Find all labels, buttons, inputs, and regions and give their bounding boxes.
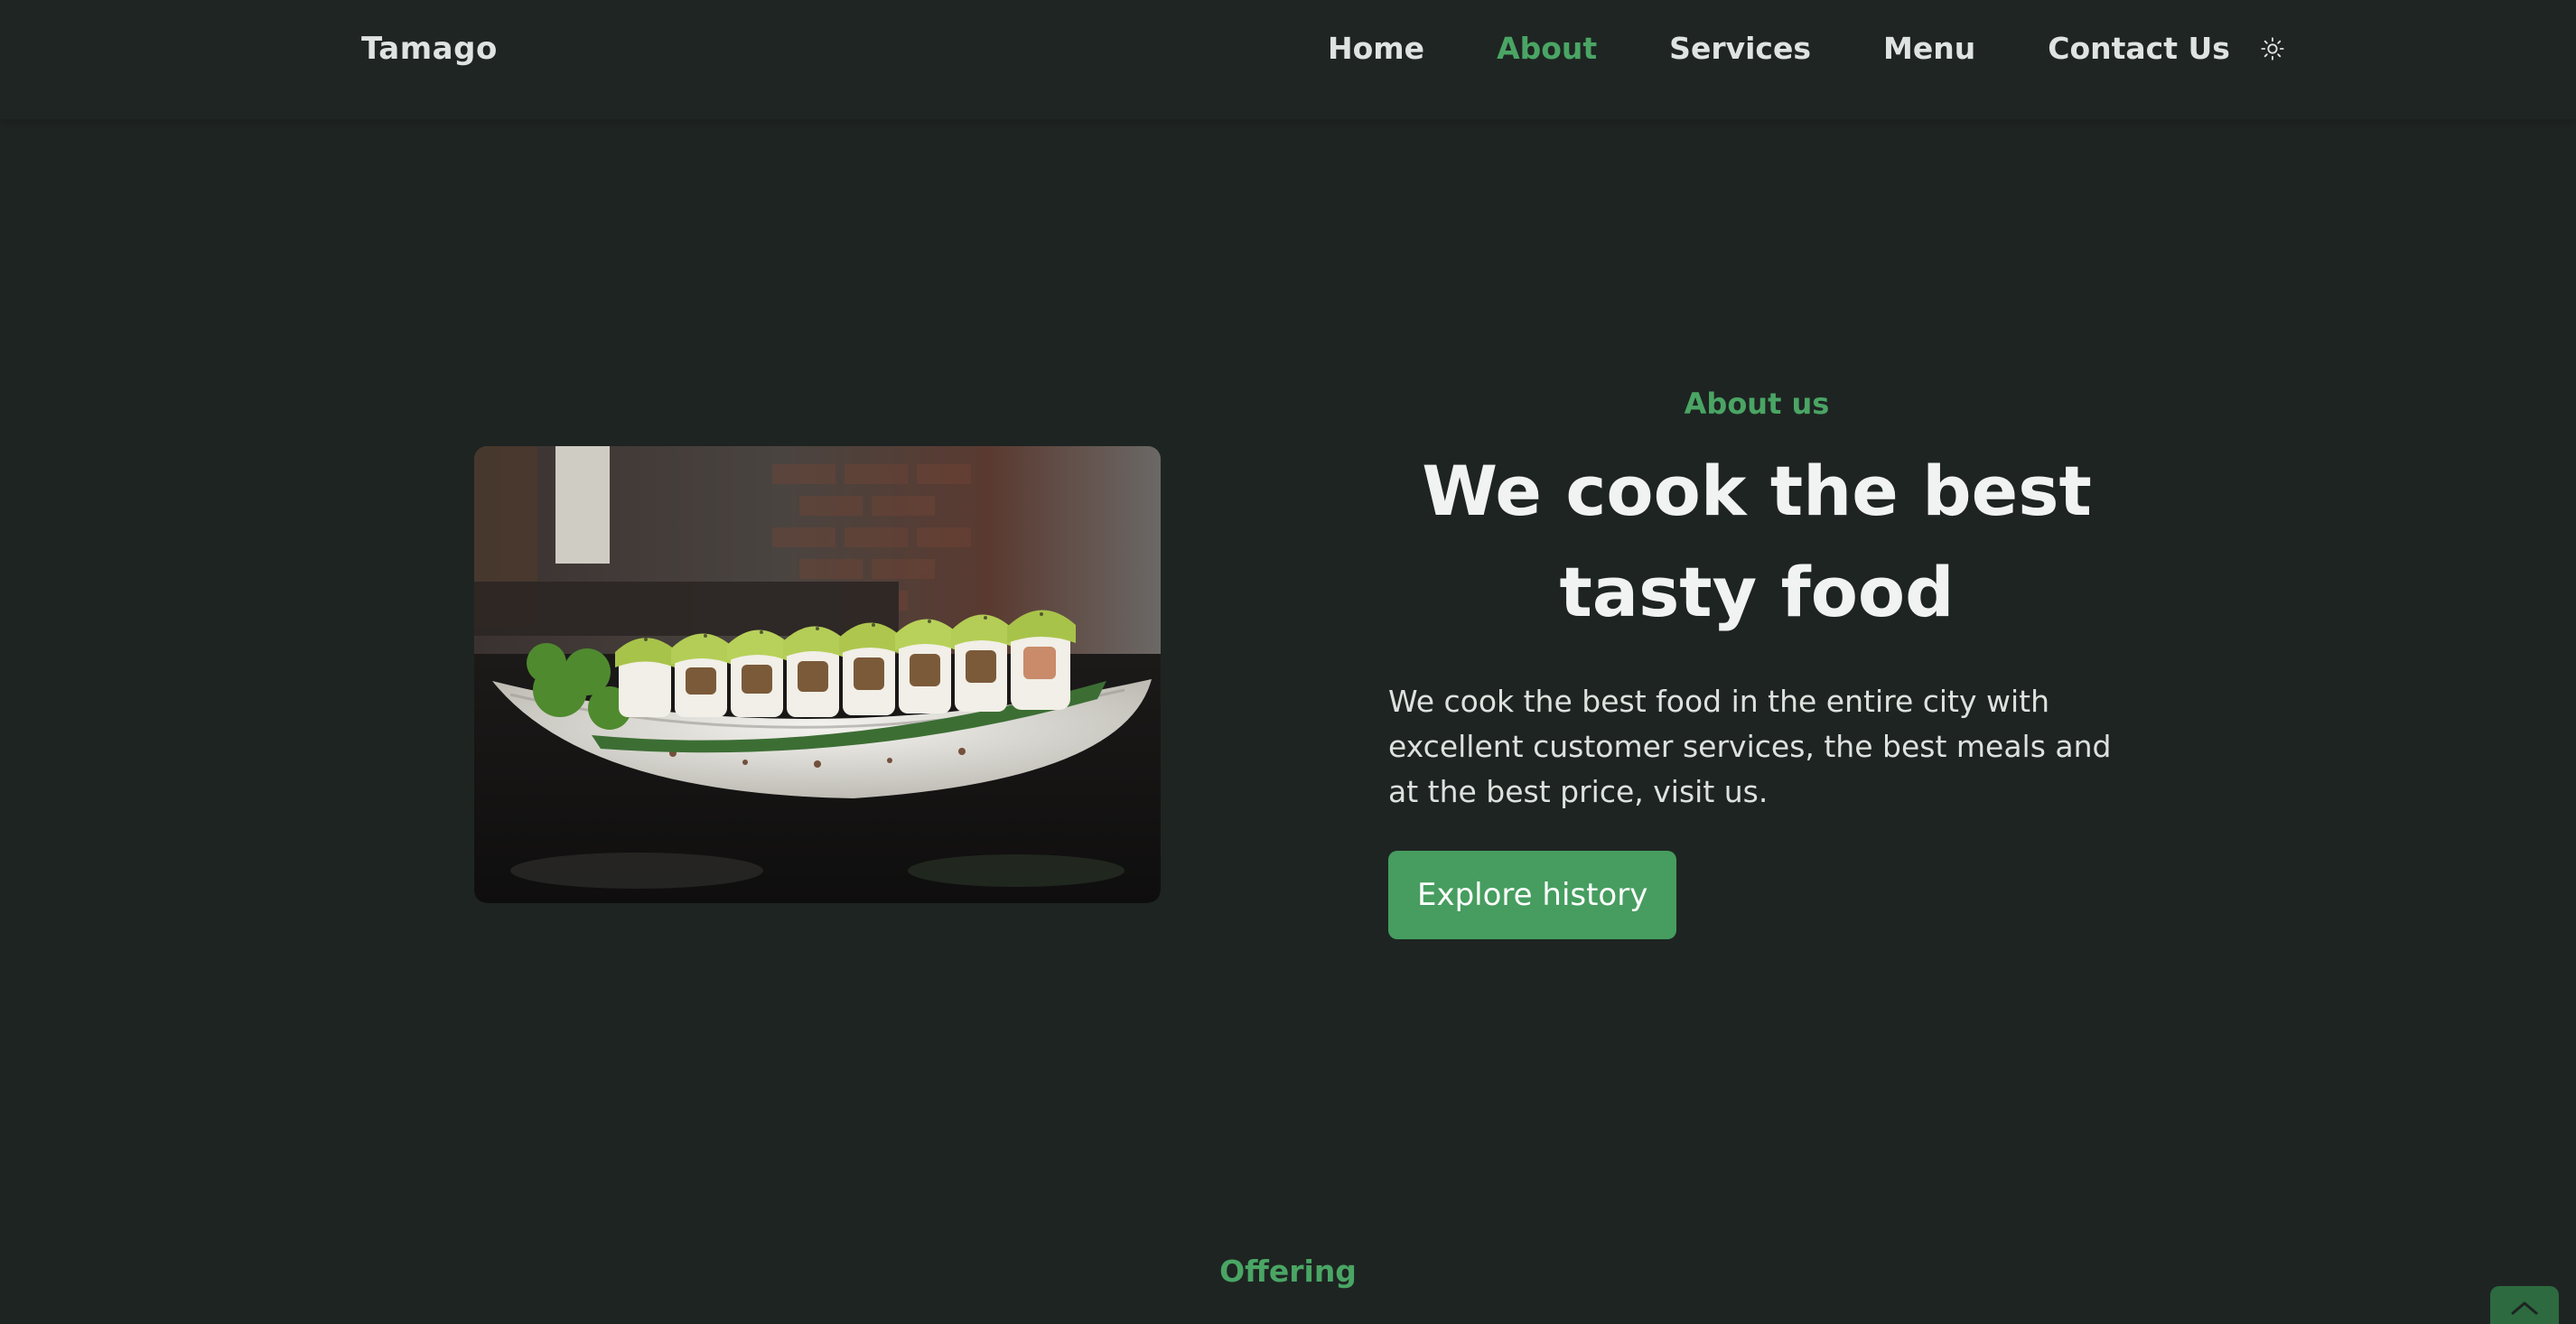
section-eyebrow: About us [1684,387,1830,421]
section-description: We cook the best food in the entire city… [1388,684,2112,809]
main-nav: Home About Services Menu Contact Us [1328,31,2286,66]
section-title-line-1: We cook the best [1422,451,2092,531]
section-title: We cook the best tasty food [1388,441,2125,643]
page: Tamago Home About Services Menu Contact … [0,0,2576,1324]
explore-history-button[interactable]: Explore history [1388,851,1677,939]
sushi-illustration [474,446,1161,903]
chevron-up-icon [2511,1301,2538,1315]
section-title-line-2: tasty food [1559,552,1955,632]
brand-logo[interactable]: Tamago [361,31,498,67]
theme-toggle-button[interactable] [2259,35,2286,62]
nav-link-about[interactable]: About [1497,31,1597,66]
site-header: Tamago Home About Services Menu Contact … [0,0,2576,119]
nav-link-contact[interactable]: Contact Us [2048,31,2230,66]
offering-heading: Offering [1219,1254,1357,1289]
nav-link-home[interactable]: Home [1328,31,1424,66]
nav-link-services[interactable]: Services [1669,31,1811,66]
sun-icon [2261,36,2284,61]
about-section: About us We cook the best tasty food We … [1388,387,2129,939]
nav-link-menu[interactable]: Menu [1883,31,1975,66]
scroll-top-button[interactable] [2490,1286,2559,1324]
sushi-photo [474,446,1161,903]
